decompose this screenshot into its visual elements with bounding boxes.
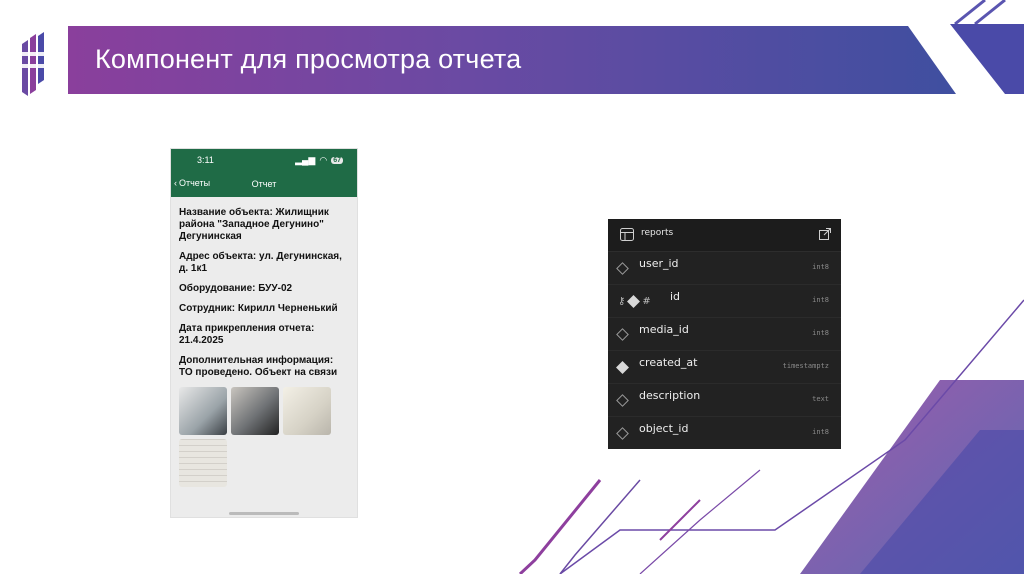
logo-icon (20, 32, 48, 96)
column-type: timestamptz (782, 362, 829, 370)
column-type: int8 (812, 263, 829, 271)
diamond-outline-icon (616, 426, 629, 440)
status-time: 3:11 (197, 155, 214, 165)
db-column-row[interactable]: created_at timestamptz (608, 351, 841, 384)
phone-report-screenshot: 3:11 ▂▄▆ ◠ 67 ‹ Отчеты Отчет Название об… (170, 148, 358, 518)
battery-icon: 67 (331, 156, 343, 164)
column-type: int8 (812, 329, 829, 337)
db-column-row[interactable]: user_id int8 (608, 252, 841, 285)
detail-employee: Сотрудник: Кирилл Черненький (179, 303, 338, 314)
detail-object-name: Название объекта: Жилищник района "Запад… (179, 207, 329, 242)
column-name: object_id (639, 422, 689, 435)
db-table-header: reports (608, 219, 841, 252)
column-name: created_at (639, 356, 698, 369)
slide-title: Компонент для просмотра отчета (95, 44, 522, 74)
photo-thumbnail[interactable] (283, 387, 331, 435)
column-type: int8 (812, 296, 829, 304)
phone-status-bar: 3:11 ▂▄▆ ◠ 67 (171, 149, 357, 171)
nav-title: Отчет (251, 179, 277, 189)
column-name: media_id (639, 323, 689, 336)
db-column-row[interactable]: ⚷ # id int8 (608, 285, 841, 318)
key-icon: ⚷ (618, 295, 626, 307)
detail-info: Дополнительная информация: ТО проведено.… (179, 355, 338, 378)
photo-thumbnail[interactable] (179, 387, 227, 435)
table-icon (620, 228, 634, 241)
column-name: description (639, 389, 701, 402)
phone-nav-bar: ‹ Отчеты Отчет (171, 171, 357, 197)
diamond-outline-icon (616, 327, 629, 341)
diamond-filled-icon (616, 360, 629, 374)
db-column-row[interactable]: object_id int8 (608, 417, 841, 449)
external-link-icon[interactable] (819, 228, 831, 240)
column-name: user_id (639, 257, 679, 270)
photo-thumbnail[interactable] (179, 439, 227, 487)
signal-icon: ▂▄▆ (295, 154, 316, 165)
hash-icon: # (642, 295, 651, 307)
db-column-row[interactable]: description text (608, 384, 841, 417)
photo-thumbnails (179, 387, 349, 487)
column-type: text (812, 395, 829, 403)
detail-address: Адрес объекта: ул. Дегунинская, д. 1к1 (179, 251, 342, 274)
wifi-icon: ◠ (319, 154, 328, 165)
photo-thumbnail[interactable] (231, 387, 279, 435)
diamond-outline-icon (616, 261, 629, 275)
table-name: reports (641, 228, 674, 238)
db-column-row[interactable]: media_id int8 (608, 318, 841, 351)
detail-equipment: Оборудование: БУУ-02 (179, 283, 293, 294)
report-details: Название объекта: Жилищник района "Запад… (171, 197, 357, 497)
db-table-schema: reports user_id int8 ⚷ # id int8 media_i… (608, 219, 841, 449)
detail-date: Дата прикрепления отчета: 21.4.2025 (179, 323, 315, 346)
status-icons: ▂▄▆ ◠ 67 (295, 155, 343, 166)
diamond-outline-icon (616, 393, 629, 407)
diamond-filled-icon (627, 294, 641, 308)
home-indicator (229, 512, 299, 515)
column-name: id (670, 290, 681, 303)
column-type: int8 (812, 428, 829, 436)
